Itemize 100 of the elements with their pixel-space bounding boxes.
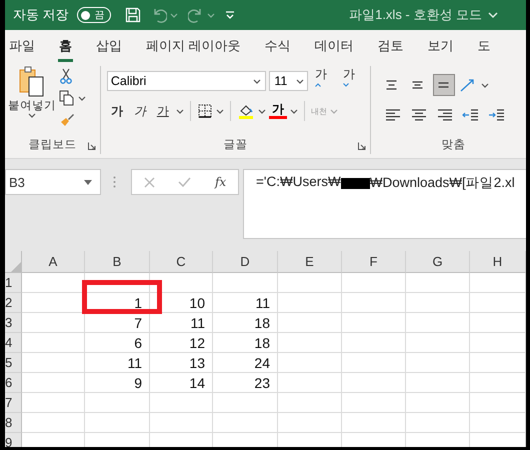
- table-cell: 9: [85, 373, 150, 393]
- column-header[interactable]: H: [470, 251, 526, 273]
- paste-button[interactable]: 붙여넣기: [5, 66, 59, 136]
- bold-button[interactable]: 가: [106, 102, 127, 120]
- copy-icon[interactable]: [59, 90, 75, 106]
- caret-icon[interactable]: [216, 108, 224, 114]
- table-cell: 11: [85, 353, 150, 373]
- scissors-icon[interactable]: [59, 68, 73, 84]
- ribbon-tab[interactable]: 검토: [376, 30, 405, 62]
- table-cell: 24: [213, 353, 278, 373]
- empty-cell: [406, 333, 470, 353]
- italic-button[interactable]: 가: [130, 102, 150, 120]
- row-header[interactable]: 3: [5, 313, 22, 333]
- group-label: 클립보드: [27, 138, 78, 153]
- empty-cell: [278, 333, 342, 353]
- empty-cell: [278, 353, 342, 373]
- column-header[interactable]: G: [406, 251, 470, 273]
- empty-cell: [342, 273, 406, 293]
- empty-cell: [470, 273, 526, 293]
- brush-icon[interactable]: [59, 112, 75, 128]
- borders-icon[interactable]: [196, 103, 213, 119]
- up-caret-icon: [314, 82, 321, 86]
- row-header[interactable]: 9: [5, 433, 22, 447]
- empty-cell: [470, 413, 526, 433]
- save-icon[interactable]: [124, 7, 141, 23]
- column-header[interactable]: A: [22, 251, 85, 273]
- align-left-icon[interactable]: [384, 107, 402, 123]
- increase-indent-icon[interactable]: [488, 107, 506, 123]
- table-cell: 7: [85, 313, 150, 333]
- shrink-font-button[interactable]: 가: [338, 66, 364, 96]
- column-header[interactable]: F: [342, 251, 406, 273]
- ribbon-tab[interactable]: 도: [476, 30, 492, 62]
- empty-cell: [470, 293, 526, 313]
- empty-cell: [406, 353, 470, 373]
- launcher-icon[interactable]: [88, 142, 96, 150]
- font-name-field[interactable]: Calibri: [106, 71, 266, 91]
- caret-icon[interactable]: [480, 82, 489, 88]
- ribbon-tab[interactable]: 데이터: [314, 30, 355, 62]
- empty-cell: [342, 313, 406, 333]
- underline-button[interactable]: 가: [152, 102, 173, 120]
- empty-cell: [406, 313, 470, 333]
- autosave-toggle[interactable]: 끔: [76, 7, 111, 23]
- empty-cell: [150, 273, 213, 293]
- font-size-field[interactable]: 11: [269, 71, 308, 91]
- ribbon-tab[interactable]: 파일: [8, 30, 36, 62]
- row-header[interactable]: 5: [5, 353, 22, 373]
- font-color-button[interactable]: 가: [268, 103, 287, 119]
- row-header[interactable]: 4: [5, 333, 22, 353]
- ribbon-tab[interactable]: 수식: [264, 30, 292, 62]
- ribbon-tab[interactable]: 보기: [426, 30, 455, 62]
- align-right-icon[interactable]: [436, 107, 454, 123]
- ribbon-tab[interactable]: 삽입: [95, 30, 123, 62]
- row-header[interactable]: 1: [5, 273, 22, 293]
- empty-cell: [406, 273, 470, 293]
- align-center-icon[interactable]: [410, 107, 428, 123]
- empty-cell: [278, 413, 342, 433]
- column-header[interactable]: D: [213, 251, 278, 273]
- empty-cell: [342, 353, 406, 373]
- caret-icon[interactable]: [290, 108, 298, 114]
- customize-icon[interactable]: [224, 11, 235, 19]
- name-box[interactable]: B3: [5, 169, 101, 195]
- grow-font-button[interactable]: 가: [310, 66, 336, 96]
- empty-cell: [213, 393, 278, 413]
- align-bottom-button[interactable]: [432, 74, 455, 96]
- ribbon-tab[interactable]: 페이지 레이아웃: [145, 30, 242, 62]
- empty-cell: [278, 373, 342, 393]
- table-cell: 1: [85, 293, 150, 313]
- column-header[interactable]: B: [85, 251, 150, 273]
- empty-cell: [278, 313, 342, 333]
- align-top-icon: [386, 80, 398, 90]
- empty-cell: [406, 413, 470, 433]
- table-cell: 10: [150, 293, 213, 313]
- empty-cell: [278, 393, 342, 413]
- decrease-indent-icon[interactable]: [462, 107, 480, 123]
- caret-icon[interactable]: [253, 78, 262, 84]
- empty-cell: [342, 333, 406, 353]
- empty-cell: [278, 293, 342, 313]
- empty-cell: [470, 333, 526, 353]
- empty-cell: [213, 413, 278, 433]
- caret-icon[interactable]: [296, 78, 304, 84]
- column-header[interactable]: C: [150, 251, 213, 273]
- grip-icon[interactable]: [113, 176, 116, 188]
- chevron-icon[interactable]: [488, 12, 498, 18]
- caret-icon[interactable]: [78, 96, 86, 100]
- clipboard-icon: [19, 66, 45, 98]
- row-header[interactable]: 6: [5, 373, 22, 393]
- table-cell: 18: [213, 333, 278, 353]
- row-header[interactable]: 7: [5, 393, 22, 413]
- column-header[interactable]: E: [278, 251, 342, 273]
- empty-cell: [85, 393, 150, 413]
- launcher-icon[interactable]: [358, 142, 366, 150]
- caret-icon[interactable]: [176, 108, 184, 114]
- insert-function-button[interactable]: fx: [214, 175, 226, 189]
- table-cell: 23: [213, 373, 278, 393]
- dropdown-icon[interactable]: [84, 180, 92, 184]
- down-caret-icon: [342, 82, 349, 86]
- row-header[interactable]: 2: [5, 293, 22, 313]
- row-header[interactable]: 8: [5, 413, 22, 433]
- caret-icon[interactable]: [258, 108, 266, 114]
- caret-icon[interactable]: [28, 113, 36, 118]
